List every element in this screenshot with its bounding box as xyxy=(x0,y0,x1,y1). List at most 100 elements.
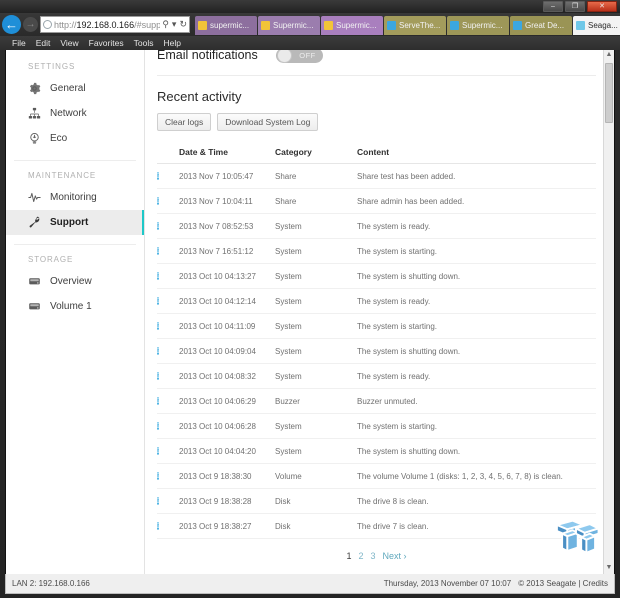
row-category: System xyxy=(275,338,357,364)
sidebar-divider xyxy=(14,160,136,161)
email-notifications-toggle[interactable]: OFF xyxy=(275,50,323,63)
info-icon: i xyxy=(157,372,159,380)
row-category: System xyxy=(275,313,357,339)
table-row[interactable]: i 2013 Oct 10 04:11:09 System The system is… xyxy=(157,313,596,339)
pagination-page-2[interactable]: 2 xyxy=(358,551,363,561)
pagination-next-label: Next xyxy=(382,551,402,561)
menu-item-help[interactable]: Help xyxy=(163,38,180,48)
sidebar-item-volume-1[interactable]: Volume 1 xyxy=(6,294,144,319)
recent-activity-title: Recent activity xyxy=(157,89,242,104)
activity-table-head: Date & Time Category Content xyxy=(157,143,596,164)
table-row[interactable]: i 2013 Nov 7 16:51:12 System The system is … xyxy=(157,238,596,264)
sidebar-item-eco[interactable]: Eco xyxy=(6,126,144,151)
row-datetime: 2013 Oct 9 18:38:27 xyxy=(179,513,275,539)
scroll-up-arrow-icon[interactable]: ▲ xyxy=(606,50,613,61)
row-datetime: 2013 Nov 7 10:04:11 xyxy=(179,188,275,214)
browser-tab-0[interactable]: supermic... xyxy=(195,16,257,35)
tweaktown-watermark-logo xyxy=(555,519,600,554)
browser-tab-3[interactable]: ServeThe... xyxy=(384,16,446,35)
tab-label: Supermic... xyxy=(336,21,377,30)
table-row[interactable]: i 2013 Nov 7 08:52:53 System The system is … xyxy=(157,213,596,239)
tab-favicon-icon xyxy=(513,21,522,30)
table-row[interactable]: i 2013 Nov 7 10:05:47 Share Share test has … xyxy=(157,163,596,189)
activity-header-datetime: Date & Time xyxy=(179,143,275,164)
menu-item-favorites[interactable]: Favorites xyxy=(89,38,124,48)
browser-tab-1[interactable]: Supermic... xyxy=(258,16,320,35)
minimize-button[interactable]: – xyxy=(543,1,563,12)
browser-tab-6[interactable]: Seaga...✕ xyxy=(573,16,620,35)
statusbar-credits[interactable]: © 2013 Seagate | Credits xyxy=(518,579,608,588)
window-titlebar: – ❐ ✕ xyxy=(0,0,620,13)
menu-item-tools[interactable]: Tools xyxy=(134,38,154,48)
browser-tab-5[interactable]: Great De... xyxy=(510,16,572,35)
table-row[interactable]: i 2013 Oct 9 18:38:28 Disk The drive 8 is c… xyxy=(157,488,596,514)
row-content: The system is starting. xyxy=(357,238,596,264)
table-row[interactable]: i 2013 Oct 10 04:06:29 Buzzer Buzzer unmute… xyxy=(157,388,596,414)
sidebar-item-network[interactable]: Network xyxy=(6,101,144,126)
clear-logs-button[interactable]: Clear logs xyxy=(157,113,212,131)
sidebar-item-label: Monitoring xyxy=(50,192,97,203)
info-icon: i xyxy=(157,522,159,530)
row-content: Buzzer unmuted. xyxy=(357,388,596,414)
row-datetime: 2013 Nov 7 16:51:12 xyxy=(179,238,275,264)
pagination-page-3[interactable]: 3 xyxy=(370,551,375,561)
table-row[interactable]: i 2013 Oct 10 04:06:28 System The system is… xyxy=(157,413,596,439)
info-icon: i xyxy=(157,297,159,305)
tab-favicon-icon xyxy=(576,21,585,30)
row-icon-cell: i xyxy=(157,488,179,514)
browser-tab-4[interactable]: Supermic... xyxy=(447,16,509,35)
back-arrow-icon: ← xyxy=(5,17,18,32)
row-category: Disk xyxy=(275,488,357,514)
forward-button[interactable]: → xyxy=(23,17,38,32)
browser-scroll-thumb[interactable] xyxy=(605,63,613,123)
maximize-button[interactable]: ❐ xyxy=(565,1,585,12)
row-datetime: 2013 Oct 10 04:11:09 xyxy=(179,313,275,339)
network-icon xyxy=(28,107,41,120)
sidebar-item-overview[interactable]: Overview xyxy=(6,269,144,294)
pagination-next-button[interactable]: Next › xyxy=(383,551,407,561)
menu-item-file[interactable]: File xyxy=(12,38,26,48)
info-icon: i xyxy=(157,222,159,230)
sidebar-item-support[interactable]: Support xyxy=(6,210,144,235)
eco-icon xyxy=(28,132,41,145)
tab-label: Seaga... xyxy=(588,21,618,30)
row-content: The system is starting. xyxy=(357,413,596,439)
browser-tabstrip: supermic... Supermic... Supermic... ServeTh… xyxy=(195,14,620,35)
table-row[interactable]: i 2013 Oct 9 18:38:30 Volume The volume Vol… xyxy=(157,463,596,489)
sidebar-divider xyxy=(14,244,136,245)
row-datetime: 2013 Nov 7 10:05:47 xyxy=(179,163,275,189)
info-icon: i xyxy=(157,447,159,455)
scroll-down-arrow-icon[interactable]: ▼ xyxy=(606,563,613,574)
pagination-page-1[interactable]: 1 xyxy=(346,551,351,561)
search-icon[interactable]: ⚲ xyxy=(162,19,169,30)
info-icon: i xyxy=(157,497,159,505)
download-system-log-button[interactable]: Download System Log xyxy=(217,113,319,131)
activity-header-row: Date & Time Category Content xyxy=(157,143,596,164)
row-datetime: 2013 Oct 10 04:06:28 xyxy=(179,413,275,439)
browser-scrollbar[interactable]: ▲ ▼ xyxy=(603,50,614,574)
chevron-down-icon[interactable]: ▾ xyxy=(172,19,177,30)
table-row[interactable]: i 2013 Oct 10 04:13:27 System The system is… xyxy=(157,263,596,289)
close-button[interactable]: ✕ xyxy=(587,1,617,12)
close-icon: ✕ xyxy=(599,3,605,10)
activity-header-icon xyxy=(157,143,179,164)
table-row[interactable]: i 2013 Nov 7 10:04:11 Share Share admin has… xyxy=(157,188,596,214)
address-bar[interactable]: http://192.168.0.166/#support ⚲ ▾ ↻ xyxy=(40,16,190,33)
back-button[interactable]: ← xyxy=(2,15,21,34)
row-content: Share admin has been added. xyxy=(357,188,596,214)
wrench-icon xyxy=(28,216,41,229)
row-category: System xyxy=(275,213,357,239)
menu-item-edit[interactable]: Edit xyxy=(36,38,51,48)
table-row[interactable]: i 2013 Oct 10 04:12:14 System The system is… xyxy=(157,288,596,314)
browser-tab-2[interactable]: Supermic... xyxy=(321,16,383,35)
refresh-icon[interactable]: ↻ xyxy=(179,19,187,30)
table-row[interactable]: i 2013 Oct 10 04:08:32 System The system is… xyxy=(157,363,596,389)
sidebar-item-monitoring[interactable]: Monitoring xyxy=(6,185,144,210)
sidebar-item-general[interactable]: General xyxy=(6,76,144,101)
minimize-icon: – xyxy=(551,3,555,10)
table-row[interactable]: i 2013 Oct 9 18:38:27 Disk The drive 7 is c… xyxy=(157,513,596,539)
table-row[interactable]: i 2013 Oct 10 04:04:20 System The system is… xyxy=(157,438,596,464)
menu-item-view[interactable]: View xyxy=(60,38,78,48)
table-row[interactable]: i 2013 Oct 10 04:09:04 System The system is… xyxy=(157,338,596,364)
row-datetime: 2013 Oct 9 18:38:28 xyxy=(179,488,275,514)
